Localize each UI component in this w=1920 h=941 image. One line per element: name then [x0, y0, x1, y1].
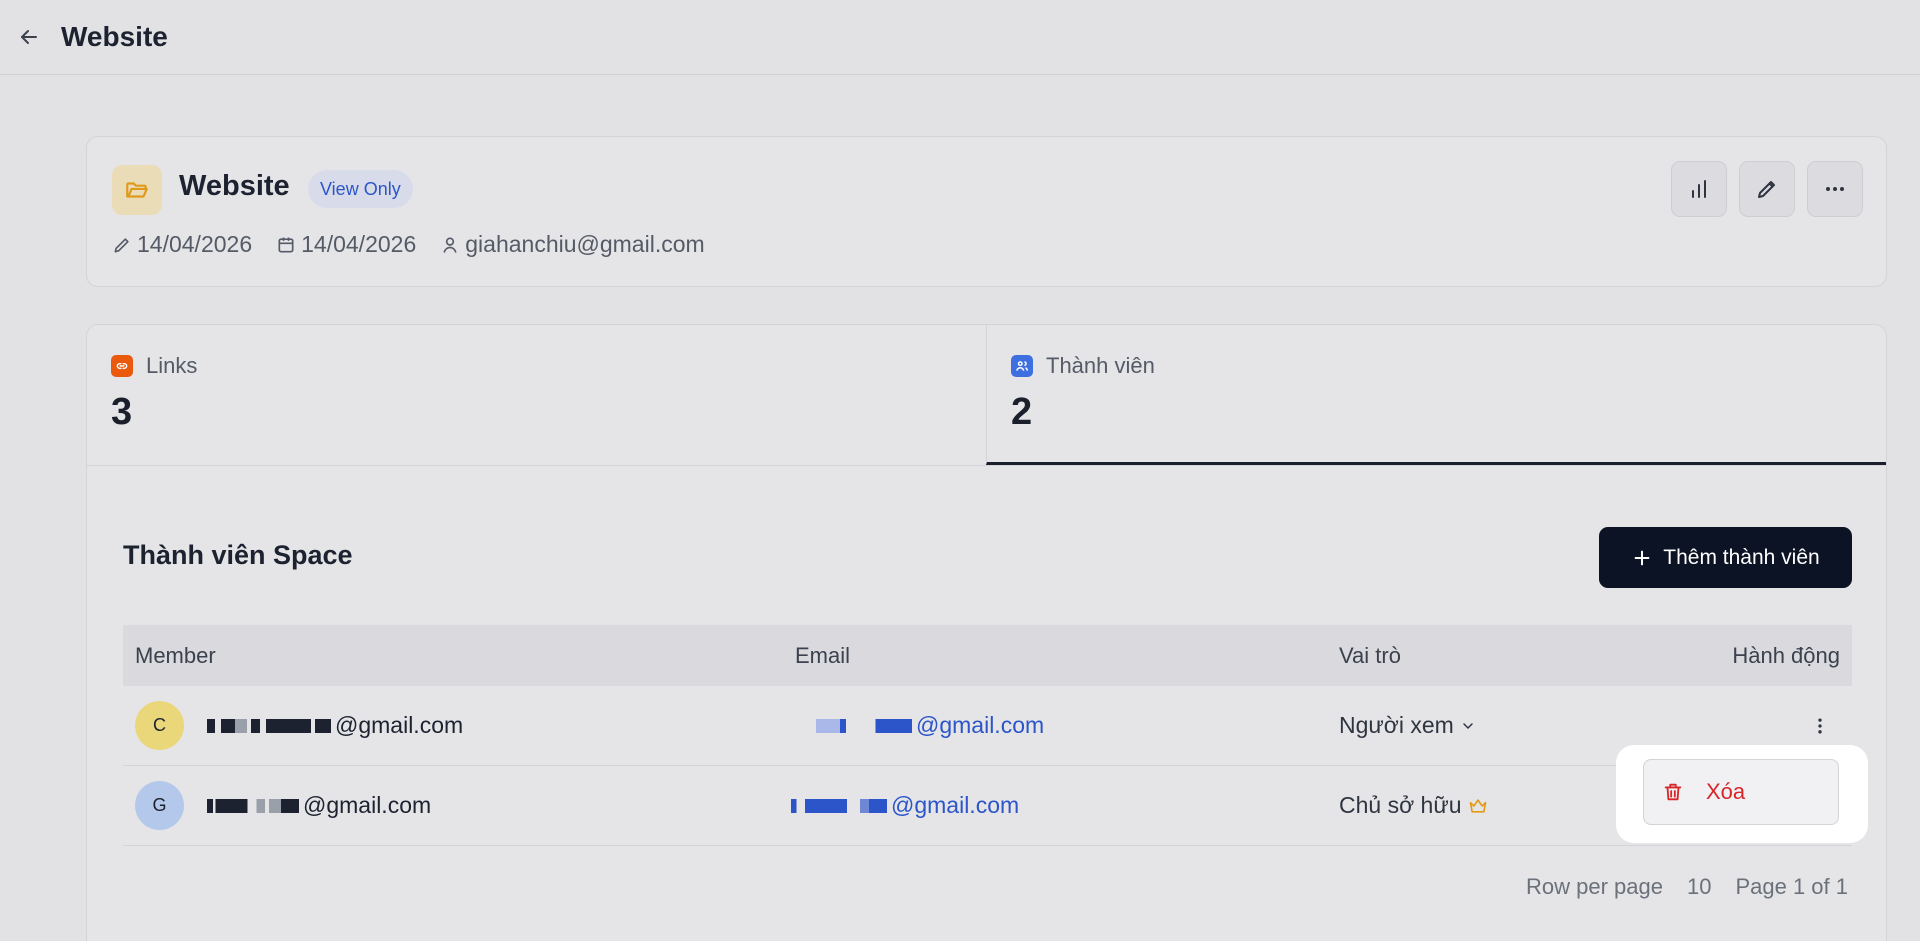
- tab-links-text: Links: [146, 353, 198, 378]
- redacted-text: [207, 798, 265, 813]
- created-date-text: 14/04/2026: [301, 231, 417, 257]
- user-icon: [443, 237, 457, 253]
- role-select[interactable]: Người xem: [1339, 712, 1476, 739]
- tab-members-count: 2: [1011, 391, 1033, 433]
- view-only-badge: View Only: [308, 170, 413, 208]
- tab-links-count: 3: [111, 391, 133, 433]
- stats-tabs: Links 3 Thành viên 2: [87, 325, 1886, 466]
- folder-icon-badge: [112, 165, 162, 215]
- edited-date-text: 14/04/2026: [137, 231, 253, 257]
- members-table: Member Email Vai trò Hành động C @gmail.…: [123, 625, 1852, 846]
- avatar: G: [135, 781, 184, 830]
- trash-icon: [1664, 783, 1682, 801]
- col-member: Member: [135, 642, 216, 668]
- edit-button[interactable]: [1739, 161, 1795, 217]
- folder-open-icon: [126, 182, 148, 198]
- table-header: Member Email Vai trò Hành động: [123, 625, 1852, 686]
- back-button[interactable]: [14, 22, 44, 52]
- redacted-text: [251, 718, 311, 733]
- member-email[interactable]: @gmail.com: [816, 712, 1044, 739]
- page-indicator: Page 1 of 1: [1735, 874, 1848, 899]
- arrow-left-icon: [21, 30, 37, 44]
- more-vertical-icon: [1818, 718, 1822, 733]
- member-email-suffix: @gmail.com: [891, 792, 1020, 818]
- rows-per-page-label: Row per page: [1525, 874, 1663, 899]
- add-member-button[interactable]: Thêm thành viên: [1599, 527, 1852, 588]
- col-role: Vai trò: [1339, 642, 1401, 668]
- card-actions: [1671, 161, 1863, 217]
- tab-links[interactable]: Links 3: [87, 325, 986, 465]
- role-label: Người xem: [1339, 712, 1454, 738]
- more-horizontal-icon: [1826, 187, 1844, 191]
- space-name: Website: [179, 170, 290, 202]
- role-label: Chủ sở hữu: [1339, 792, 1462, 818]
- section-title: Thành viên Space: [123, 540, 353, 570]
- redacted-text: [315, 718, 331, 733]
- member-name: @gmail.com: [207, 792, 431, 819]
- space-meta: 14/04/2026 14/04/2026 giahanchiu@gmail.c…: [112, 231, 729, 258]
- col-actions: Hành động: [1732, 642, 1840, 668]
- delete-member-menu-item[interactable]: Xóa: [1643, 759, 1839, 825]
- calendar-icon: [278, 237, 294, 252]
- bar-chart-icon: [1692, 180, 1706, 198]
- tab-members[interactable]: Thành viên 2: [986, 325, 1886, 465]
- row-actions-button[interactable]: [1805, 706, 1835, 746]
- member-email[interactable]: @gmail.com: [791, 792, 1019, 819]
- top-bar: Website: [0, 0, 1920, 75]
- redacted-text: [851, 798, 887, 813]
- plus-icon: [1634, 550, 1650, 565]
- created-date: 14/04/2026: [276, 231, 416, 258]
- redacted-text: [269, 798, 299, 813]
- analytics-button[interactable]: [1671, 161, 1727, 217]
- tab-links-label: Links: [111, 353, 197, 379]
- crown-icon: [1469, 798, 1486, 813]
- more-button[interactable]: [1807, 161, 1863, 217]
- avatar: C: [135, 701, 184, 750]
- chevron-down-icon: [1463, 722, 1473, 729]
- rows-per-page-select[interactable]: 10: [1687, 874, 1711, 900]
- table-row: C @gmail.com @gmail.com Người xem: [123, 686, 1852, 766]
- pagination: Row per page 10 Page 1 of 1: [1502, 874, 1848, 900]
- redacted-text: [816, 718, 856, 733]
- pencil-icon: [114, 237, 129, 252]
- role-owner: Chủ sở hữu: [1339, 792, 1488, 819]
- table-row: G @gmail.com @gmail.com Chủ sở hữu: [123, 766, 1852, 846]
- member-email-suffix: @gmail.com: [303, 792, 432, 818]
- member-name: @gmail.com: [207, 712, 463, 739]
- tab-members-text: Thành viên: [1046, 353, 1155, 378]
- delete-label: Xóa: [1706, 779, 1746, 804]
- redacted-text: [860, 718, 912, 733]
- add-member-label: Thêm thành viên: [1663, 545, 1820, 569]
- owner-email: giahanchiu@gmail.com: [465, 231, 705, 257]
- member-email-suffix: @gmail.com: [335, 712, 464, 738]
- tab-members-label: Thành viên: [1011, 353, 1155, 379]
- link-icon: [111, 355, 133, 377]
- redacted-text: [207, 718, 247, 733]
- col-email: Email: [795, 642, 851, 668]
- members-panel: Links 3 Thành viên 2 Thành viên Space Th…: [86, 324, 1887, 941]
- redacted-text: [791, 798, 847, 813]
- edited-date: 14/04/2026: [112, 231, 252, 258]
- pencil-icon: [1758, 181, 1775, 198]
- users-icon: [1011, 355, 1033, 377]
- page-title: Website: [61, 21, 168, 52]
- owner: giahanchiu@gmail.com: [440, 231, 705, 258]
- space-info-card: Website View Only 14/04/2026 14/04/2026 …: [86, 136, 1887, 287]
- member-email-suffix: @gmail.com: [916, 712, 1045, 738]
